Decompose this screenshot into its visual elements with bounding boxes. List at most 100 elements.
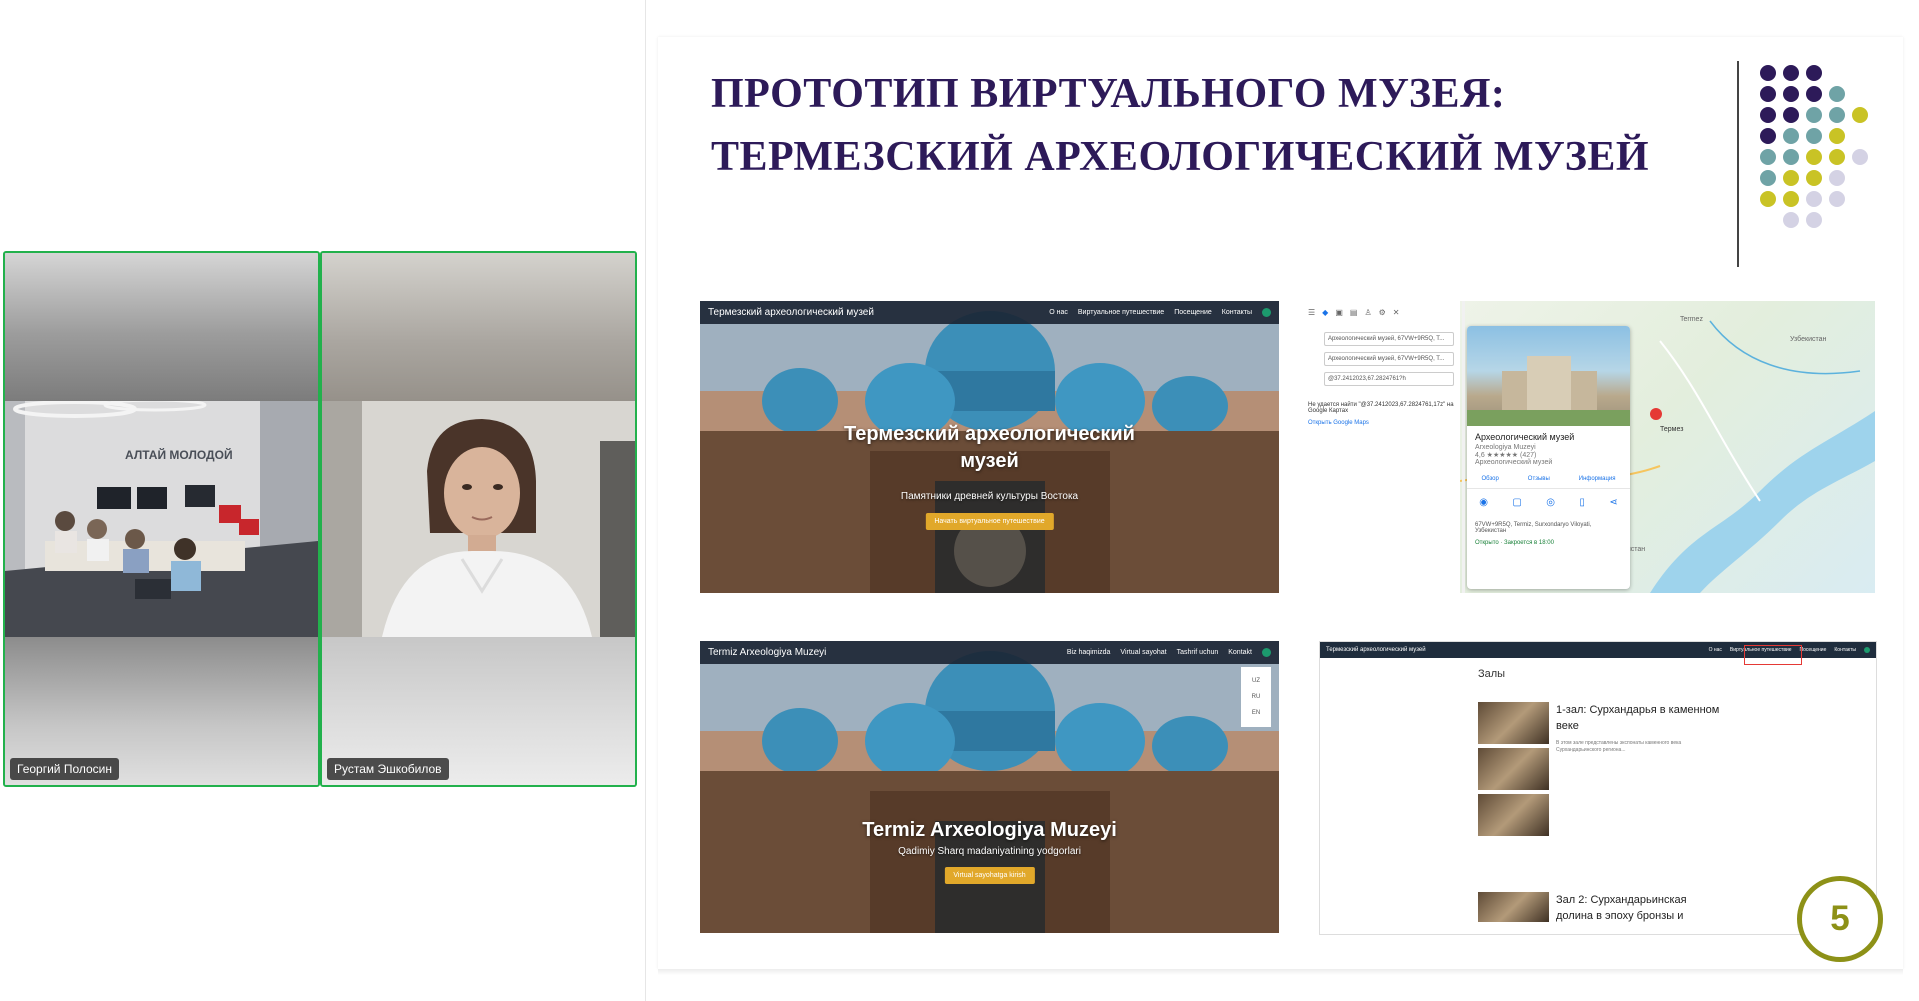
place-address: 67VW+9R5Q, Termiz, Surxondaryo Viloyati,… [1475,522,1592,534]
decorative-dot [1783,170,1799,186]
decorative-dot [1783,107,1799,123]
hero-title: Термезский археологический музей [700,421,1279,475]
decorative-dot [1852,149,1868,165]
hall-thumbnail [1478,748,1549,790]
globe-icon [1864,647,1870,653]
decorative-dot [1806,65,1822,81]
decorative-dot-grid [1760,65,1868,228]
bike-icon: ⚙ [1378,308,1386,317]
decorative-dot [1829,107,1845,123]
language-dropdown: UZ RU EN [1241,667,1271,727]
start-tour-button: Virtual sayohatga kirish [944,867,1035,884]
directions-icon: ◆ [1322,308,1329,317]
nav-link-about: О нас [1049,309,1068,316]
person-scene [322,401,635,637]
place-title: Археологический музей [1475,432,1575,442]
svg-text:Termez: Termez [1680,316,1703,323]
hall-thumbnail [1478,892,1549,922]
tab-overview: Обзор [1481,476,1499,482]
decorative-dot [1829,86,1845,102]
screenshot-site-ru: Термезский археологический музей О нас В… [700,301,1279,593]
decorative-dot [1829,191,1845,207]
start-tour-button: Начать виртуальное путешествие [925,513,1054,530]
svg-text:Термез: Термез [1660,426,1683,433]
participant-name-label: Георгий Полосин [10,758,120,780]
site-hero-background [700,641,1279,933]
slide-title: ПРОТОТИП ВИРТУАЛЬНОГО МУЗЕЯ: ТЕРМЕЗСКИЙ … [711,63,1649,189]
decorative-dot [1760,65,1776,81]
decorative-dot [1760,107,1776,123]
phone-icon: ▯ [1579,497,1585,508]
decorative-dot [1806,170,1822,186]
place-rating: 4,6 ★★★★★ (427) [1475,452,1537,459]
car-icon: ▣ [1335,308,1343,317]
maps-directions-panel: ☰ ◆ ▣ ▤ ♙ ⚙ ✕ Археологический музей, 67V… [1302,301,1460,593]
maps-notice: Не удается найти "@37.2412023,67.2824761… [1308,402,1454,414]
nav-link-visit: Посещение [1174,309,1212,316]
hall-thumbnail [1478,794,1549,836]
decorative-dot [1760,149,1776,165]
classroom-scene: АЛТАЙ МОЛОДОЙ [5,401,318,637]
place-category: Археологический музей [1475,459,1553,466]
hall-thumbnail [1478,702,1549,744]
site-nav-links: Biz haqimizda Virtual sayohat Tashrif uc… [1067,648,1271,657]
screenshot-halls-page: Термезский археологический музей О нас В… [1319,641,1877,935]
place-info-card: Археологический музей Arxeologiya Muzeyi… [1467,326,1630,589]
nav-link-contacts: Контакты [1834,647,1856,653]
nearby-icon: ◎ [1546,497,1555,508]
participant-tile-1[interactable]: АЛТАЙ МОЛОДОЙ Георгий Полосин [3,251,320,787]
participant-tile-2[interactable]: Рустам Эшкобилов [320,251,637,787]
save-icon: ▢ [1512,497,1522,508]
site-nav-title: Термезский археологический музей [708,307,874,318]
participant-name-label: Рустам Эшкобилов [327,758,449,780]
hall-heading: 1-зал: Сурхандарья в каменном веке [1556,704,1720,732]
decorative-dot [1806,86,1822,102]
decorative-dot [1783,212,1799,228]
maps-divider [1462,301,1465,593]
site-navbar: Термезский археологический музей О нас В… [700,301,1279,324]
maps-coordinate-input: @37.2412023,67.2824761?h [1324,372,1454,386]
participant-video-1: АЛТАЙ МОЛОДОЙ [5,401,318,637]
decorative-dot [1783,191,1799,207]
hero-subtitle: Qadimiy Sharq madaniyatining yodgorlari [898,846,1081,857]
nav-link-contacts: Контакты [1221,309,1252,316]
share-icon: ⋖ [1609,497,1618,508]
hall-heading: Зал 2: Сурхандарьинская долина в эпоху б… [1556,894,1687,922]
hero-title-line-1: Термезский археологический [844,423,1135,445]
hall-description: В этом зале представлены экспонаты камен… [1556,740,1682,753]
lang-option-en: EN [1251,710,1261,716]
nav-link-about: Biz haqimizda [1066,649,1111,656]
bus-icon: ▤ [1349,308,1358,317]
nav-link-contacts: Kontakt [1228,649,1252,656]
decorative-dot [1783,149,1799,165]
decorative-dot [1829,149,1845,165]
place-subtitle: Arxeologiya Muzeyi [1475,444,1536,451]
highlight-box [1744,645,1802,665]
site-nav-title: Термезский археологический музей [1326,647,1426,653]
globe-icon [1262,308,1271,317]
decorative-dot [1783,86,1799,102]
maps-open-link: Открыть Google Maps [1308,420,1369,426]
place-photo [1467,326,1630,426]
hero-title-line-2: музей [960,450,1019,472]
tab-info: Информация [1578,476,1616,482]
decorative-dot [1760,128,1776,144]
video-blur-top [322,253,635,401]
decorative-dot [1760,191,1776,207]
walk-icon: ♙ [1364,308,1372,317]
nav-link-about: О нас [1708,647,1722,653]
svg-text:Узбекистан: Узбекистан [1790,335,1827,343]
decorative-dot [1806,107,1822,123]
site-nav-title: Termiz Arxeologiya Muzeyi [708,647,827,658]
hero-subtitle: Памятники древней культуры Востока [900,491,1079,502]
slide-bottom-shadow [658,969,1903,975]
slide-page-number: 5 [1797,876,1883,962]
maps-origin-input: Археологический музей, 67VW+9R5Q, T... [1324,332,1454,346]
halls-section-title: Залы [1478,668,1506,680]
lang-option-ru: RU [1251,694,1261,700]
site-nav-links: О нас Виртуальное путешествие Посещение … [1049,308,1271,317]
decorative-dot [1760,170,1776,186]
place-tabs: Обзор Отзывы Информация [1467,476,1630,489]
close-icon: ✕ [1392,308,1400,317]
decorative-dot [1852,107,1868,123]
